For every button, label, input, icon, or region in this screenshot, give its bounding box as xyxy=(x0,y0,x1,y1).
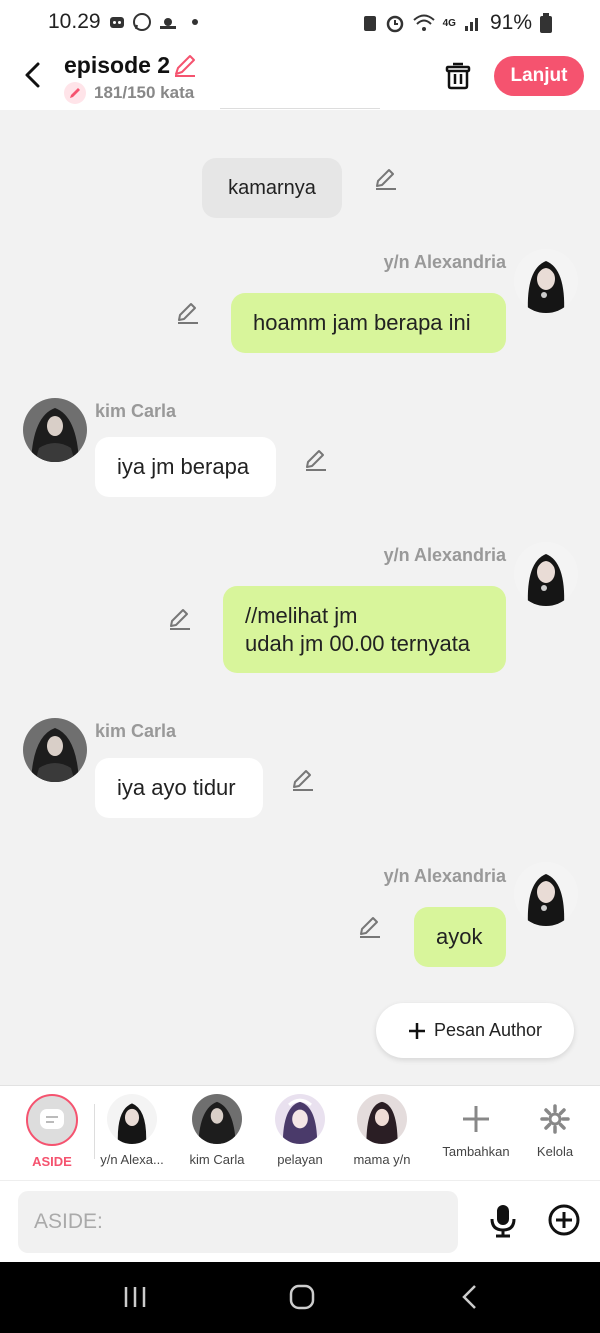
add-media-icon[interactable] xyxy=(547,1203,581,1237)
message-bubble-left[interactable]: iya jm berapa xyxy=(95,437,276,497)
speaker-name: y/n Alexandria xyxy=(383,866,506,886)
speaker-name: y/n Alexandria xyxy=(383,545,506,565)
battery-saver-icon xyxy=(363,16,376,31)
message-text: hoamm jam berapa ini xyxy=(253,310,471,335)
alarm-icon xyxy=(386,15,403,33)
character-aside[interactable]: ASIDE xyxy=(10,1094,94,1169)
character-label: y/n Alexa... xyxy=(100,1152,164,1167)
message-bubble-right[interactable]: hoamm jam berapa ini xyxy=(231,293,506,353)
avatar xyxy=(275,1094,325,1144)
message-bubble-right[interactable]: ayok xyxy=(414,907,506,967)
avatar-yn-alexandria[interactable] xyxy=(514,862,578,926)
back-arrow-icon[interactable] xyxy=(18,60,48,90)
add-icon xyxy=(463,1106,489,1132)
aside-chat-icon xyxy=(40,1109,64,1129)
character-label: ASIDE xyxy=(32,1154,72,1169)
character-label: mama y/n xyxy=(353,1152,411,1167)
trash-icon[interactable] xyxy=(444,60,472,90)
author-message-label: Pesan Author xyxy=(433,1020,543,1040)
battery-icon xyxy=(540,13,552,33)
edit-message-icon[interactable] xyxy=(373,166,399,192)
app-header: episode 2 181/150 kata Lanjut xyxy=(0,46,600,110)
word-count: 181/150 kata xyxy=(94,83,195,102)
avatar xyxy=(357,1094,407,1144)
speaker-name: kim Carla xyxy=(95,401,177,421)
avatar-kim-carla[interactable] xyxy=(23,398,87,462)
header-divider xyxy=(220,108,380,109)
message-text: iya ayo tidur xyxy=(117,775,236,800)
character-selector: ASIDE y/n Alexa... kim Carla pelayan mam… xyxy=(0,1085,600,1180)
gear-icon xyxy=(540,1104,570,1134)
message-text-line1: //melihat jm xyxy=(245,602,358,628)
wifi-icon xyxy=(412,14,435,31)
whatsapp-icon xyxy=(133,13,151,31)
message-text: kamarnya xyxy=(228,177,316,199)
back-nav-icon[interactable] xyxy=(460,1284,480,1310)
manage-characters-button[interactable]: Kelola xyxy=(513,1094,597,1159)
notification-icon xyxy=(110,17,124,28)
edit-title-icon[interactable] xyxy=(172,52,198,78)
message-text-line2: udah jm 00.00 ternyata xyxy=(245,630,471,656)
message-text: ayok xyxy=(436,924,483,949)
speaker-name: kim Carla xyxy=(95,721,177,741)
author-message-button[interactable]: Pesan Author xyxy=(376,1003,574,1058)
speaker-name: y/n Alexandria xyxy=(383,252,506,272)
edit-message-icon[interactable] xyxy=(303,447,329,473)
status-bar: 10.29 4G 91% xyxy=(0,0,600,46)
signal-icon xyxy=(464,18,478,31)
word-count-pencil-icon xyxy=(64,82,86,104)
character-pelayan[interactable]: pelayan xyxy=(258,1094,342,1167)
android-nav-bar xyxy=(0,1262,600,1333)
weather-icon xyxy=(160,18,176,29)
edit-message-icon[interactable] xyxy=(167,606,193,632)
avatar xyxy=(107,1094,157,1144)
battery-level: 91% xyxy=(489,11,532,34)
character-label: Kelola xyxy=(536,1144,574,1159)
message-input[interactable] xyxy=(18,1191,458,1253)
message-text: iya jm berapa xyxy=(117,454,250,479)
microphone-icon[interactable] xyxy=(487,1203,519,1239)
edit-message-icon[interactable] xyxy=(290,767,316,793)
edit-message-icon[interactable] xyxy=(357,914,383,940)
episode-title[interactable]: episode 2 xyxy=(64,52,170,79)
edit-message-icon[interactable] xyxy=(175,300,201,326)
character-label: pelayan xyxy=(277,1152,323,1167)
network-type: 4G xyxy=(442,17,456,29)
plus-icon xyxy=(408,1022,425,1039)
recent-apps-icon[interactable] xyxy=(122,1284,148,1310)
message-input-bar xyxy=(0,1180,600,1262)
narration-bubble[interactable]: kamarnya xyxy=(202,158,342,218)
add-character-button[interactable]: Tambahkan xyxy=(434,1094,518,1159)
avatar-yn-alexandria[interactable] xyxy=(514,249,578,313)
character-label: kim Carla xyxy=(189,1152,245,1167)
avatar xyxy=(192,1094,242,1144)
message-bubble-left[interactable]: iya ayo tidur xyxy=(95,758,263,818)
home-icon[interactable] xyxy=(288,1284,316,1310)
character-kim-carla[interactable]: kim Carla xyxy=(175,1094,259,1167)
message-bubble-right[interactable]: //melihat jm udah jm 00.00 ternyata xyxy=(223,586,506,673)
character-mama-yn[interactable]: mama y/n xyxy=(340,1094,424,1167)
avatar-yn-alexandria[interactable] xyxy=(514,542,578,606)
avatar-kim-carla[interactable] xyxy=(23,718,87,782)
character-label: Tambahkan xyxy=(442,1144,510,1159)
next-button[interactable]: Lanjut xyxy=(494,56,584,96)
more-notifications-dot xyxy=(192,19,198,25)
character-yn-alexandria[interactable]: y/n Alexa... xyxy=(90,1094,174,1167)
status-time: 10.29 xyxy=(48,10,101,33)
